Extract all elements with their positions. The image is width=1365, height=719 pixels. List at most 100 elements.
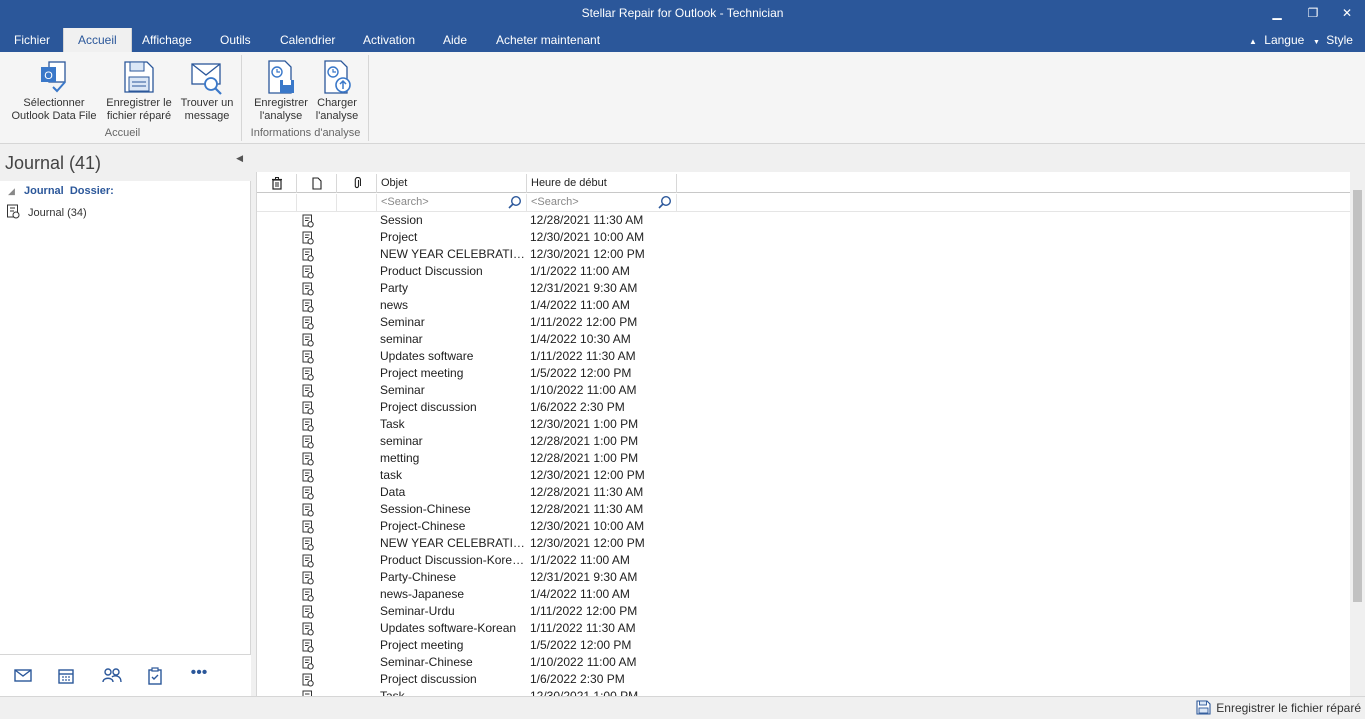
menu-calendrier[interactable]: Calendrier <box>266 28 349 52</box>
restore-button[interactable]: ❐ <box>1302 4 1324 22</box>
table-row[interactable]: Project discussion 1/6/2022 2:30 PM <box>257 671 1351 688</box>
journal-icon <box>302 214 314 228</box>
table-row[interactable]: Seminar-Chinese 1/10/2022 11:00 AM <box>257 654 1351 671</box>
column-type[interactable] <box>297 174 337 193</box>
load-scan-button[interactable]: Charger l'analyse <box>311 59 363 123</box>
row-subject: Project meeting <box>380 366 464 380</box>
row-start-time: 1/4/2022 10:30 AM <box>530 332 631 346</box>
column-attachment[interactable] <box>337 174 377 193</box>
table-row[interactable]: Session 12/28/2021 11:30 AM <box>257 212 1351 229</box>
expand-arrow-icon[interactable]: ◢ <box>8 186 15 196</box>
journal-icon <box>302 418 314 432</box>
journal-icon <box>302 299 314 313</box>
table-row[interactable]: Product Discussion-Korean 1/1/2022 11:00 … <box>257 552 1351 569</box>
table-row[interactable]: metting 12/28/2021 1:00 PM <box>257 450 1351 467</box>
table-row[interactable]: Project discussion 1/6/2022 2:30 PM <box>257 399 1351 416</box>
load-scan-label-2: l'analyse <box>315 110 359 122</box>
table-row[interactable]: NEW YEAR CELEBRATION 12/30/2021 12:00 PM <box>257 246 1351 263</box>
table-row[interactable]: Project 12/30/2021 10:00 AM <box>257 229 1351 246</box>
table-row[interactable]: Seminar-Urdu 1/11/2022 12:00 PM <box>257 603 1351 620</box>
search-icon[interactable] <box>658 195 672 209</box>
table-row[interactable]: Updates software-Korean 1/11/2022 11:30 A… <box>257 620 1351 637</box>
paperclip-icon <box>354 176 361 189</box>
table-row[interactable]: news-Japanese 1/4/2022 11:00 AM <box>257 586 1351 603</box>
menu-fichier[interactable]: Fichier <box>0 28 64 52</box>
table-row[interactable]: Updates software 1/11/2022 11:30 AM <box>257 348 1351 365</box>
journal-icon <box>302 282 314 296</box>
row-subject: Product Discussion <box>380 264 483 278</box>
row-subject: seminar <box>380 332 423 346</box>
table-row[interactable]: Seminar 1/10/2022 11:00 AM <box>257 382 1351 399</box>
mail-icon[interactable] <box>12 667 34 685</box>
table-row[interactable]: Party-Chinese 12/31/2021 9:30 AM <box>257 569 1351 586</box>
table-row[interactable]: Project-Chinese 12/30/2021 10:00 AM <box>257 518 1351 535</box>
ribbon-group-label: Accueil <box>104 127 141 139</box>
status-save-button[interactable]: Enregistrer le fichier réparé <box>1196 700 1361 715</box>
row-start-time: 12/28/2021 11:30 AM <box>530 502 644 516</box>
table-row[interactable]: task 12/30/2021 12:00 PM <box>257 467 1351 484</box>
style-label: Style <box>1326 33 1353 47</box>
style-menu[interactable]: ▼ Style ▼ <box>1313 28 1365 73</box>
table-row[interactable]: Project meeting 1/5/2022 12:00 PM <box>257 637 1351 654</box>
row-start-time: 12/30/2021 10:00 AM <box>530 230 645 244</box>
journal-icon <box>302 673 314 687</box>
close-button[interactable]: ✕ <box>1336 4 1358 22</box>
menu-acheter[interactable]: Acheter maintenant <box>482 28 614 52</box>
save-repaired-label-2: fichier réparé <box>106 110 172 122</box>
column-start-time[interactable]: Heure de début <box>527 174 677 193</box>
menu-activation[interactable]: Activation <box>349 28 429 52</box>
select-outlook-label-2: Outlook Data File <box>11 110 97 122</box>
vertical-scrollbar[interactable] <box>1350 172 1365 696</box>
table-row[interactable]: seminar 1/4/2022 10:30 AM <box>257 331 1351 348</box>
table-row[interactable]: Party 12/31/2021 9:30 AM <box>257 280 1351 297</box>
find-message-button[interactable]: Trouver un message <box>176 59 238 123</box>
save-scan-button[interactable]: Enregistrer l'analyse <box>249 59 313 123</box>
menu-aide[interactable]: Aide <box>429 28 481 52</box>
outlook-file-icon: O <box>37 59 71 95</box>
grid-top-strip <box>253 145 1365 172</box>
column-subject[interactable]: Objet <box>377 174 527 193</box>
column-delete[interactable] <box>257 174 297 193</box>
table-row[interactable]: Seminar 1/11/2022 12:00 PM <box>257 314 1351 331</box>
row-start-time: 1/6/2022 2:30 PM <box>530 400 625 414</box>
row-subject: Seminar <box>380 383 425 397</box>
table-row[interactable]: Product Discussion 1/1/2022 11:00 AM <box>257 263 1351 280</box>
contacts-icon[interactable] <box>101 667 123 685</box>
folder-item-journal[interactable]: Journal (34) <box>6 204 87 222</box>
select-outlook-file-button[interactable]: O Sélectionner Outlook Data File <box>6 59 102 123</box>
table-row[interactable]: Task 12/30/2021 1:00 PM <box>257 688 1351 696</box>
table-row[interactable]: Session-Chinese 12/28/2021 11:30 AM <box>257 501 1351 518</box>
table-row[interactable]: Task 12/30/2021 1:00 PM <box>257 416 1351 433</box>
minimize-button[interactable]: ▁ <box>1266 4 1288 22</box>
folder-root-label: Journal Dossier: <box>23 185 114 197</box>
menu-accueil[interactable]: Accueil <box>63 28 132 53</box>
tasks-icon[interactable] <box>144 667 166 685</box>
language-menu[interactable]: ▲ Langue <box>1249 28 1304 52</box>
scrollbar-thumb[interactable] <box>1353 190 1362 602</box>
save-repaired-file-button[interactable]: Enregistrer le fichier réparé <box>102 59 176 123</box>
menu-outils[interactable]: Outils <box>206 28 265 52</box>
journal-icon <box>302 588 314 602</box>
search-start-input[interactable]: <Search> <box>527 194 677 211</box>
search-subject-input[interactable]: <Search> <box>377 194 527 211</box>
ribbon-group-analysis: Enregistrer l'analyse Charger l'analyse … <box>243 55 369 141</box>
calendar-icon[interactable] <box>55 667 77 685</box>
row-subject: Project <box>380 230 418 244</box>
row-start-time: 12/30/2021 12:00 PM <box>530 536 645 550</box>
table-row[interactable]: news 1/4/2022 11:00 AM <box>257 297 1351 314</box>
more-icon[interactable]: ••• <box>188 665 210 685</box>
menu-affichage[interactable]: Affichage <box>128 28 206 52</box>
row-start-time: 12/30/2021 10:00 AM <box>530 519 645 533</box>
search-cell-empty <box>257 194 297 211</box>
collapse-pane-icon[interactable]: ◀ <box>236 153 243 164</box>
table-row[interactable]: seminar 12/28/2021 1:00 PM <box>257 433 1351 450</box>
search-icon[interactable] <box>508 195 522 209</box>
save-scan-label-2: l'analyse <box>259 110 303 122</box>
table-row[interactable]: Project meeting 1/5/2022 12:00 PM <box>257 365 1351 382</box>
table-row[interactable]: NEW YEAR CELEBRATIO... 12/30/2021 12:00 P… <box>257 535 1351 552</box>
table-row[interactable]: Data 12/28/2021 11:30 AM <box>257 484 1351 501</box>
row-start-time: 12/30/2021 12:00 PM <box>530 247 645 261</box>
journal-icon <box>302 656 314 670</box>
grid-header: Objet Heure de début <box>257 174 1351 193</box>
folder-tree-root[interactable]: ◢ Journal Dossier: <box>8 185 114 197</box>
